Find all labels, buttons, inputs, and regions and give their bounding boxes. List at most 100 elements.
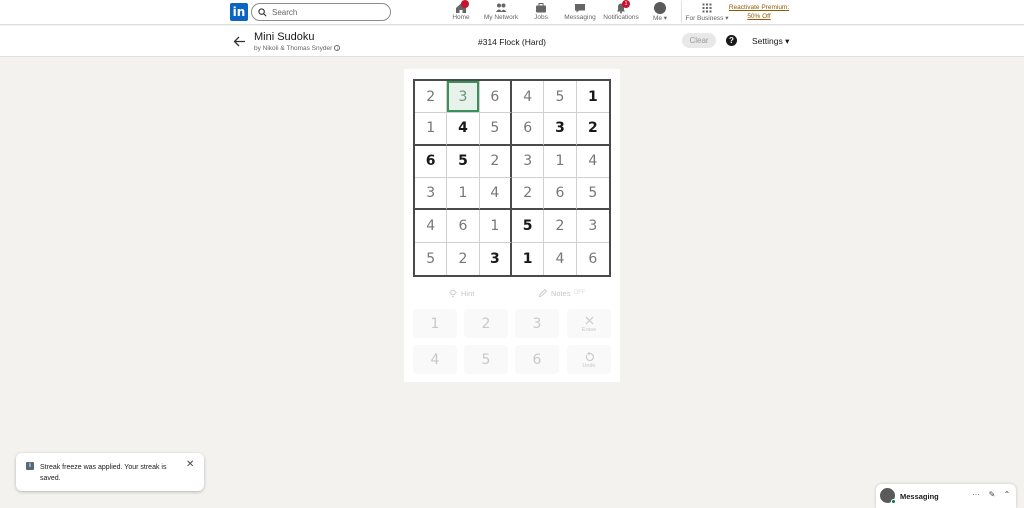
clear-button[interactable]: Clear bbox=[682, 33, 716, 48]
chevron-up-icon[interactable]: ⌃ bbox=[1002, 490, 1012, 500]
sudoku-cell-r6-c2[interactable]: 2 bbox=[447, 242, 480, 275]
game-byline-text: by Nikoli & Thomas Snyder bbox=[254, 45, 333, 52]
toast-message: Streak freeze was applied. Your streak i… bbox=[40, 464, 167, 482]
nav-for-business-label: For Business ▾ bbox=[685, 15, 729, 22]
sudoku-cell-r5-c1[interactable]: 4 bbox=[415, 210, 448, 243]
search-box[interactable] bbox=[251, 3, 391, 21]
sudoku-cell-r2-c4[interactable]: 6 bbox=[511, 113, 545, 146]
messaging-label: Messaging bbox=[900, 492, 939, 501]
game-panel: 236451145632652314314265461523523146 Hin… bbox=[404, 69, 620, 382]
key-2[interactable]: 2 bbox=[464, 309, 508, 338]
sudoku-cell-r5-c5[interactable]: 2 bbox=[544, 210, 577, 243]
puzzle-title: #314 Flock (Hard) bbox=[477, 37, 547, 47]
hint-button[interactable]: Hint bbox=[448, 288, 474, 298]
sudoku-cell-r5-c3[interactable]: 1 bbox=[479, 210, 512, 243]
nav-notifications-label: Notifications bbox=[603, 14, 639, 21]
home-badge-dot bbox=[461, 0, 469, 8]
key-6[interactable]: 6 bbox=[515, 345, 559, 374]
sudoku-cell-r3-c1[interactable]: 6 bbox=[415, 145, 448, 178]
erase-label: Erase bbox=[581, 326, 597, 333]
sudoku-cell-r4-c5[interactable]: 6 bbox=[544, 177, 577, 211]
sudoku-cell-r6-c6[interactable]: 6 bbox=[577, 243, 609, 275]
search-input[interactable] bbox=[272, 7, 382, 17]
sudoku-cell-r2-c2[interactable]: 4 bbox=[447, 113, 480, 146]
sudoku-cell-r3-c4[interactable]: 3 bbox=[511, 145, 545, 178]
toast-close-icon[interactable]: ✕ bbox=[186, 460, 196, 470]
game-title: Mini Sudoku bbox=[254, 31, 315, 43]
settings-button[interactable]: Settings ▾ bbox=[752, 36, 789, 47]
compose-icon[interactable]: ✎ bbox=[987, 490, 997, 500]
info-badge-icon: i bbox=[26, 462, 34, 470]
info-icon[interactable]: i bbox=[334, 45, 341, 52]
sudoku-cell-r6-c3[interactable]: 3 bbox=[480, 242, 512, 275]
nav-messaging[interactable]: Messaging bbox=[563, 2, 597, 21]
close-icon bbox=[585, 316, 593, 324]
home-icon bbox=[448, 0, 474, 14]
reactivate-premium-link[interactable]: Reactivate Premium: 50% Off bbox=[728, 3, 790, 21]
key-4[interactable]: 4 bbox=[413, 345, 457, 374]
sudoku-cell-r1-c5[interactable]: 5 bbox=[544, 81, 577, 114]
sudoku-cell-r1-c1[interactable]: 2 bbox=[415, 81, 448, 114]
undo-button[interactable]: Undo bbox=[567, 345, 611, 374]
pencil-icon bbox=[538, 288, 548, 298]
sudoku-cell-r4-c1[interactable]: 3 bbox=[415, 177, 448, 211]
sudoku-cell-r4-c3[interactable]: 4 bbox=[479, 177, 512, 211]
bell-icon: 1 bbox=[603, 0, 639, 14]
sudoku-cell-r5-c2[interactable]: 6 bbox=[447, 210, 480, 243]
grid-icon bbox=[685, 2, 729, 14]
sudoku-cell-r2-c1[interactable]: 1 bbox=[415, 113, 448, 146]
sudoku-cell-r1-c3[interactable]: 6 bbox=[479, 81, 512, 114]
sudoku-grid: 236451145632652314314265461523523146 bbox=[413, 79, 611, 277]
key-1[interactable]: 1 bbox=[413, 309, 457, 338]
nav-home[interactable]: Home bbox=[448, 0, 474, 21]
sudoku-cell-r4-c2[interactable]: 1 bbox=[447, 177, 480, 211]
briefcase-icon bbox=[529, 2, 553, 14]
nav-divider bbox=[681, 1, 682, 23]
help-icon[interactable]: ? bbox=[726, 35, 737, 46]
sudoku-cell-r1-c6[interactable]: 1 bbox=[576, 81, 609, 114]
sudoku-cell-r3-c2[interactable]: 5 bbox=[447, 145, 480, 178]
more-options-icon[interactable]: ··· bbox=[971, 490, 981, 500]
nav-for-business[interactable]: For Business ▾ bbox=[685, 2, 729, 22]
sudoku-cell-r6-c4[interactable]: 1 bbox=[512, 242, 545, 275]
nav-me[interactable]: Me ▾ bbox=[648, 2, 672, 22]
linkedin-logo[interactable]: in bbox=[230, 3, 248, 21]
hint-label: Hint bbox=[461, 288, 475, 298]
sudoku-cell-r6-c1[interactable]: 5 bbox=[415, 242, 448, 275]
lightbulb-icon bbox=[449, 288, 457, 297]
sudoku-cell-r3-c3[interactable]: 2 bbox=[479, 145, 512, 178]
nav-messaging-label: Messaging bbox=[564, 14, 596, 21]
key-5[interactable]: 5 bbox=[464, 345, 508, 374]
sudoku-cell-r5-c4[interactable]: 5 bbox=[511, 210, 545, 243]
sudoku-cell-r5-c6[interactable]: 3 bbox=[576, 210, 609, 243]
nav-notifications[interactable]: 1 Notifications bbox=[603, 0, 639, 21]
messaging-bar[interactable]: Messaging ··· ✎ ⌃ bbox=[876, 484, 1016, 508]
nav-jobs-label: Jobs bbox=[534, 14, 548, 21]
sudoku-cell-r1-c4[interactable]: 4 bbox=[511, 81, 545, 114]
nav-me-label: Me ▾ bbox=[652, 15, 668, 22]
sudoku-cell-r6-c5[interactable]: 4 bbox=[544, 242, 577, 275]
key-3[interactable]: 3 bbox=[515, 309, 559, 338]
online-status-dot bbox=[891, 499, 896, 504]
notes-button[interactable]: Notes OFF bbox=[538, 288, 586, 298]
sudoku-cell-r2-c3[interactable]: 5 bbox=[479, 113, 512, 146]
nav-my-network[interactable]: My Network bbox=[482, 2, 520, 21]
sudoku-cell-r3-c6[interactable]: 4 bbox=[576, 146, 609, 178]
sudoku-cell-r4-c4[interactable]: 2 bbox=[511, 177, 545, 211]
sudoku-cell-r2-c5[interactable]: 3 bbox=[544, 113, 577, 146]
sudoku-cell-r2-c6[interactable]: 2 bbox=[576, 113, 609, 146]
erase-button[interactable]: Erase bbox=[567, 309, 611, 338]
back-arrow-icon[interactable] bbox=[233, 35, 246, 48]
nav-jobs[interactable]: Jobs bbox=[529, 2, 553, 21]
nav-my-network-label: My Network bbox=[483, 14, 519, 21]
premium-line-2: 50% Off bbox=[747, 13, 771, 20]
top-nav: in Home My Network Jobs Messaging 1 No bbox=[0, 0, 1024, 25]
network-icon bbox=[482, 2, 520, 14]
sudoku-cell-r1-c2[interactable]: 3 bbox=[447, 81, 480, 114]
avatar bbox=[654, 2, 666, 14]
sudoku-cell-r3-c5[interactable]: 1 bbox=[544, 145, 577, 178]
game-byline: by Nikoli & Thomas Snyder i bbox=[254, 45, 341, 52]
nav-home-label: Home bbox=[452, 14, 470, 21]
sudoku-cell-r4-c6[interactable]: 5 bbox=[576, 178, 609, 211]
messaging-icon bbox=[563, 2, 597, 14]
